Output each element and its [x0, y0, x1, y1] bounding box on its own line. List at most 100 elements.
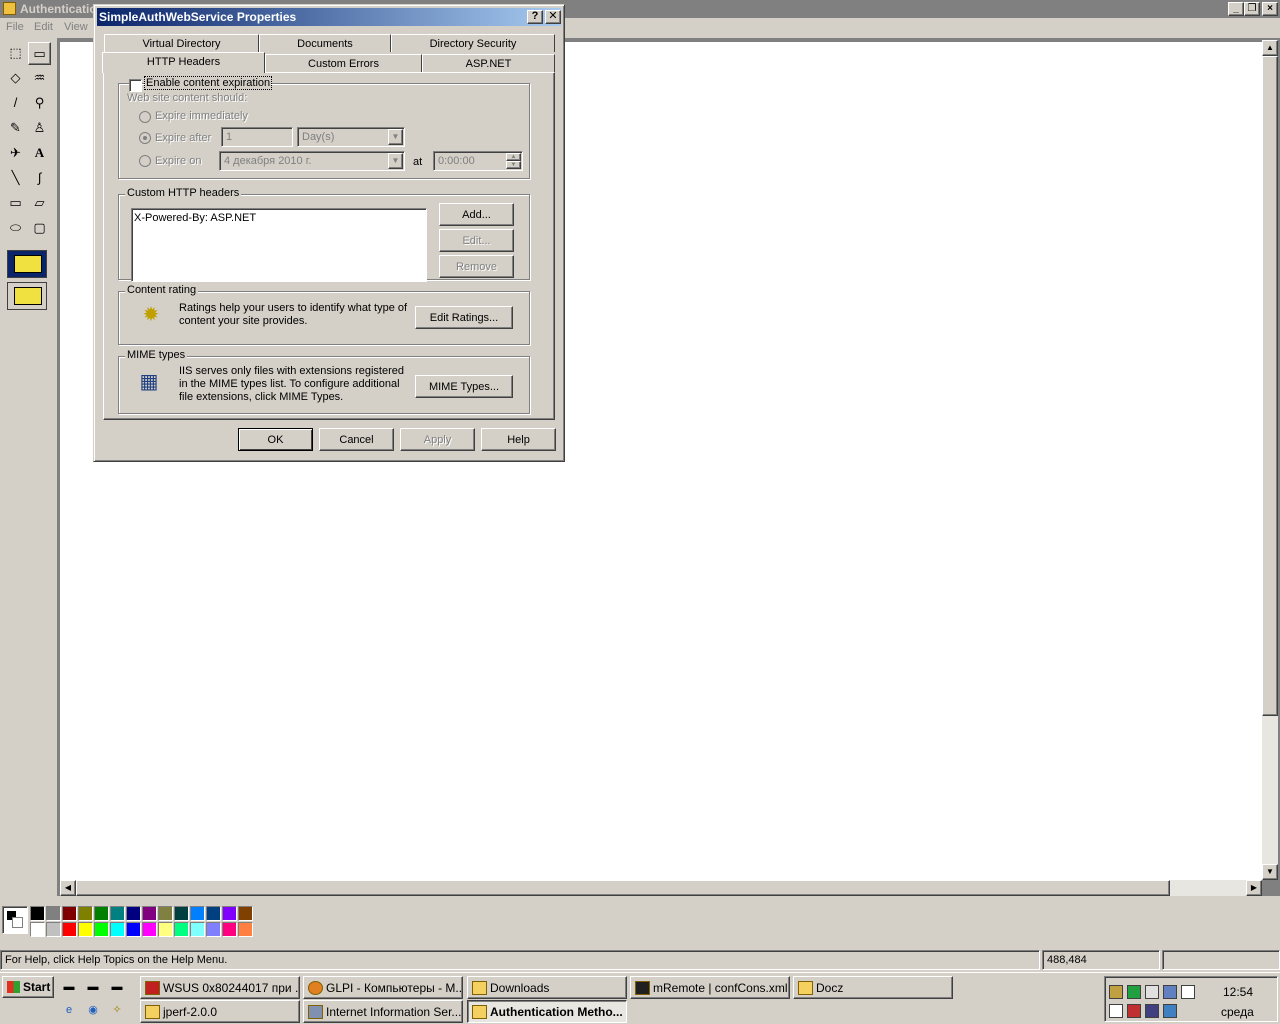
- tray-green-icon[interactable]: [1127, 985, 1141, 999]
- palette-swatch[interactable]: [126, 906, 141, 921]
- tab-documents[interactable]: Documents: [259, 34, 391, 52]
- expire-immediately-radio[interactable]: [139, 111, 151, 123]
- tab-custom-errors[interactable]: Custom Errors: [265, 54, 422, 72]
- palette-swatch[interactable]: [142, 922, 157, 937]
- palette-swatch[interactable]: [94, 906, 109, 921]
- ok-button[interactable]: OK: [238, 428, 313, 451]
- help-button[interactable]: Help: [481, 428, 556, 451]
- expire-unit-select[interactable]: Day(s) ▼: [297, 127, 405, 147]
- palette-swatch[interactable]: [190, 906, 205, 921]
- task-wsus[interactable]: WSUS 0x80244017 при ...: [140, 976, 300, 999]
- horizontal-scrollbar[interactable]: ◀ ▶: [60, 880, 1262, 896]
- palette-swatch[interactable]: [222, 906, 237, 921]
- spin-down-icon[interactable]: ▼: [506, 161, 521, 169]
- palette-swatch[interactable]: [158, 922, 173, 937]
- fill-icon[interactable]: ♒: [28, 67, 51, 90]
- tool-option-transparent[interactable]: [7, 282, 47, 310]
- quicklaunch-drive2-icon[interactable]: ▬: [84, 978, 102, 996]
- palette-swatch[interactable]: [206, 906, 221, 921]
- tray-network-icon[interactable]: [1163, 1004, 1177, 1018]
- airbrush-icon[interactable]: ✈: [4, 142, 27, 165]
- menu-edit[interactable]: Edit: [34, 21, 53, 33]
- remove-header-button[interactable]: Remove: [439, 255, 514, 278]
- palette-swatch[interactable]: [158, 906, 173, 921]
- list-item[interactable]: X-Powered-By: ASP.NET: [134, 212, 424, 224]
- enable-expiration-label[interactable]: Enable content expiration: [143, 76, 273, 90]
- expire-after-value[interactable]: 1: [221, 127, 293, 147]
- palette-swatch[interactable]: [222, 922, 237, 937]
- quicklaunch-drive3-icon[interactable]: ▬: [108, 978, 126, 996]
- expire-time-field[interactable]: 0:00:00 ▲ ▼: [433, 151, 523, 171]
- task-glpi[interactable]: GLPI - Компьютеры - M...: [303, 976, 463, 999]
- vertical-scrollbar[interactable]: ▲ ▼: [1262, 40, 1278, 880]
- palette-swatch[interactable]: [142, 906, 157, 921]
- palette-swatch[interactable]: [110, 906, 125, 921]
- custom-headers-list[interactable]: X-Powered-By: ASP.NET: [131, 208, 427, 282]
- magnifier-icon[interactable]: ⚲: [28, 92, 51, 115]
- palette-swatch[interactable]: [78, 906, 93, 921]
- palette-swatch[interactable]: [46, 922, 61, 937]
- start-button[interactable]: Start: [2, 976, 54, 998]
- task-paint-active[interactable]: Authentication Metho...: [467, 1000, 627, 1023]
- palette-swatch[interactable]: [62, 906, 77, 921]
- pencil-icon[interactable]: ✎: [4, 117, 27, 140]
- picker-icon[interactable]: /: [4, 92, 27, 115]
- enable-expiration-checkbox[interactable]: [129, 79, 142, 92]
- quicklaunch-drive-icon[interactable]: ▬: [60, 978, 78, 996]
- palette-swatch[interactable]: [30, 906, 45, 921]
- ellipse-icon[interactable]: ⬭: [4, 217, 27, 240]
- scroll-up-icon[interactable]: ▲: [1262, 40, 1278, 56]
- tab-virtual-directory[interactable]: Virtual Directory: [104, 34, 259, 52]
- tab-http-headers[interactable]: HTTP Headers: [102, 52, 265, 73]
- palette-swatch[interactable]: [46, 906, 61, 921]
- eraser-icon[interactable]: ◇: [4, 67, 27, 90]
- task-iis[interactable]: Internet Information Ser...: [303, 1000, 463, 1023]
- rectangle-icon[interactable]: ▭: [4, 192, 27, 215]
- task-jperf[interactable]: jperf-2.0.0: [140, 1000, 300, 1023]
- menu-file[interactable]: File: [6, 21, 24, 33]
- tray-flag-icon[interactable]: [1163, 985, 1177, 999]
- minimize-button[interactable]: _: [1228, 2, 1244, 16]
- palette-swatch[interactable]: [174, 906, 189, 921]
- palette-swatch[interactable]: [238, 906, 253, 921]
- tray-chart-icon[interactable]: [1127, 1004, 1141, 1018]
- restore-button[interactable]: ❐: [1244, 2, 1260, 16]
- tray-blank-icon[interactable]: [1181, 985, 1195, 999]
- task-docz[interactable]: Docz: [793, 976, 953, 999]
- text-tool-icon[interactable]: A: [28, 142, 51, 165]
- scroll-right-icon[interactable]: ▶: [1246, 880, 1262, 896]
- palette-swatch[interactable]: [126, 922, 141, 937]
- close-window-button[interactable]: ×: [1262, 2, 1278, 16]
- tray-tool-icon[interactable]: [1109, 985, 1123, 999]
- line-icon[interactable]: ╲: [4, 167, 27, 190]
- palette-swatch[interactable]: [174, 922, 189, 937]
- palette-swatch[interactable]: [78, 922, 93, 937]
- tab-directory-security[interactable]: Directory Security: [391, 34, 555, 52]
- polygon-icon[interactable]: ▱: [28, 192, 51, 215]
- palette-swatch[interactable]: [94, 922, 109, 937]
- quicklaunch-app-icon[interactable]: ◉: [84, 1001, 102, 1019]
- expire-on-radio[interactable]: [139, 155, 151, 167]
- expire-date-picker[interactable]: 4 декабря 2010 г. ▼: [219, 151, 405, 171]
- palette-swatch[interactable]: [238, 922, 253, 937]
- tray-doc-icon[interactable]: [1109, 1004, 1123, 1018]
- menu-view[interactable]: View: [64, 21, 88, 33]
- palette-swatch[interactable]: [62, 922, 77, 937]
- apply-button[interactable]: Apply: [400, 428, 475, 451]
- current-colors[interactable]: [2, 906, 28, 934]
- rect-select-icon[interactable]: ▭: [28, 42, 51, 65]
- dialog-close-button[interactable]: ✕: [545, 10, 561, 24]
- quicklaunch-tool-icon[interactable]: ✧: [108, 1001, 126, 1019]
- mime-types-button[interactable]: MIME Types...: [415, 375, 513, 398]
- tray-bars-icon[interactable]: [1145, 1004, 1159, 1018]
- palette-swatch[interactable]: [30, 922, 45, 937]
- cancel-button[interactable]: Cancel: [319, 428, 394, 451]
- edit-header-button[interactable]: Edit...: [439, 229, 514, 252]
- tray-feather-icon[interactable]: [1145, 985, 1159, 999]
- curve-icon[interactable]: ∫: [28, 167, 51, 190]
- palette-swatch[interactable]: [190, 922, 205, 937]
- scroll-left-icon[interactable]: ◀: [60, 880, 76, 896]
- brush-icon[interactable]: ♙: [28, 117, 51, 140]
- add-header-button[interactable]: Add...: [439, 203, 514, 226]
- horizontal-scroll-thumb[interactable]: [76, 880, 1170, 896]
